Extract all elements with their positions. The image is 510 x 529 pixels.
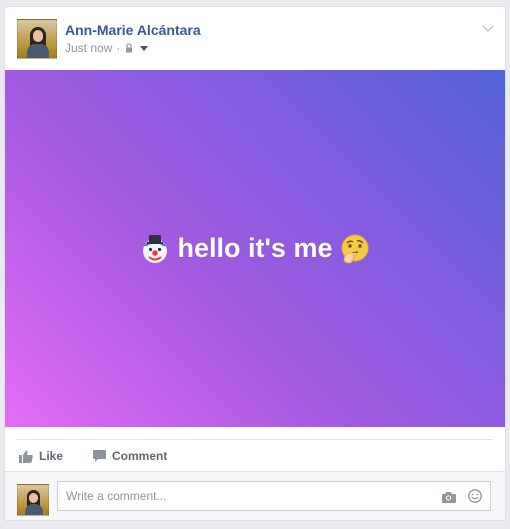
comment-composer: [5, 471, 505, 520]
thumbs-up-icon: [19, 450, 33, 463]
viewer-avatar: [17, 484, 49, 516]
post-timestamp[interactable]: Just now: [65, 41, 112, 55]
comment-button[interactable]: Comment: [93, 440, 167, 472]
author-avatar[interactable]: [17, 19, 57, 59]
post-actions-bar: Like Comment: [17, 439, 493, 472]
comment-label: Comment: [112, 449, 168, 463]
audience-caret-icon[interactable]: [140, 45, 149, 51]
like-button[interactable]: Like: [19, 440, 63, 472]
smiley-icon[interactable]: [468, 489, 482, 503]
author-name-link[interactable]: Ann-Marie Alcántara: [65, 22, 201, 38]
chevron-down-icon[interactable]: [481, 21, 495, 32]
colored-status-background: hello it's me: [5, 70, 505, 427]
post-header: Ann-Marie Alcántara Just now ·: [5, 7, 505, 70]
post-meta: Just now ·: [65, 41, 149, 55]
status-content: hello it's me: [139, 233, 372, 265]
speech-bubble-icon: [93, 449, 106, 462]
lock-icon: [124, 43, 134, 53]
thinking-face-icon: [339, 233, 371, 265]
like-label: Like: [39, 449, 64, 463]
clown-face-icon: [139, 233, 171, 265]
camera-icon[interactable]: [441, 490, 456, 503]
meta-separator: ·: [116, 41, 121, 55]
comment-input[interactable]: [57, 481, 491, 511]
status-text: hello it's me: [177, 233, 333, 263]
post-card: Ann-Marie Alcántara Just now · hello it'…: [4, 6, 506, 521]
